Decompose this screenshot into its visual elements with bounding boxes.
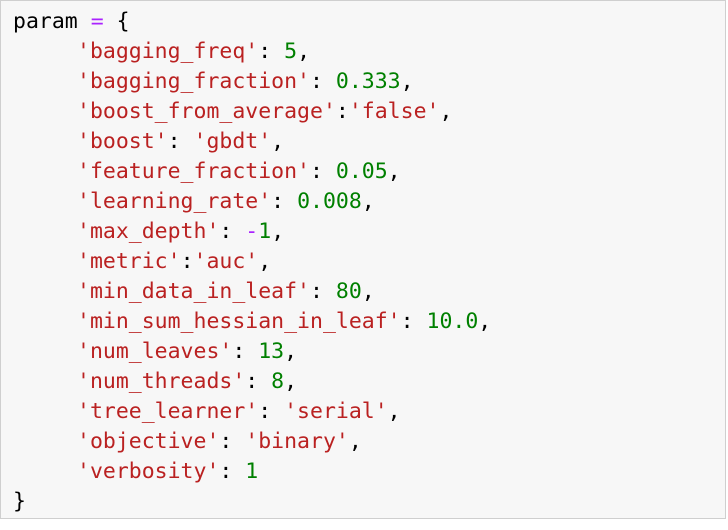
code-cell[interactable]: param = {'bagging_freq': 5,'bagging_frac…: [0, 0, 726, 519]
dict-entry-line: 'metric':'auc',: [13, 247, 491, 277]
dict-key: 'verbosity': [77, 459, 220, 484]
dict-value: 1: [258, 219, 272, 244]
trailing-comma: ,: [361, 189, 375, 214]
dict-key: 'tree_learner': [77, 399, 259, 424]
variable-name: param: [13, 9, 78, 34]
dict-value: 5: [284, 39, 298, 64]
dict-entry-line: 'min_sum_hessian_in_leaf': 10.0,: [13, 307, 491, 337]
dict-entry-line: 'learning_rate': 0.008,: [13, 187, 491, 217]
trailing-comma: ,: [439, 99, 453, 124]
dict-key: 'objective': [77, 429, 220, 454]
key-value-separator: :: [245, 369, 272, 394]
trailing-comma: ,: [387, 159, 401, 184]
dict-entry-line: 'bagging_fraction': 0.333,: [13, 67, 491, 97]
dict-value: 1: [245, 459, 259, 484]
key-value-separator: :: [232, 339, 259, 364]
dict-key: 'metric': [77, 249, 181, 274]
code-line-footer: }: [13, 487, 491, 517]
dict-value: 'binary': [245, 429, 349, 454]
key-value-separator: :: [219, 459, 246, 484]
dict-value: 'serial': [284, 399, 388, 424]
code-line-header: param = {: [13, 7, 491, 37]
dict-entry-line: 'num_threads': 8,: [13, 367, 491, 397]
dict-value: 'gbdt': [193, 129, 272, 154]
dict-key: 'min_data_in_leaf': [77, 279, 310, 304]
dict-value: 8: [271, 369, 285, 394]
dict-value: 10.0: [426, 309, 479, 334]
key-value-separator: :: [335, 99, 349, 124]
key-value-separator: :: [400, 309, 427, 334]
key-value-separator: :: [310, 159, 336, 184]
key-value-separator: :: [258, 399, 285, 424]
trailing-comma: ,: [478, 309, 492, 334]
dict-value: 'auc': [193, 249, 259, 274]
dict-entry-line: 'boost_from_average':'false',: [13, 97, 491, 127]
trailing-comma: ,: [400, 69, 414, 94]
trailing-comma: ,: [297, 39, 311, 64]
key-value-separator: :: [310, 69, 336, 94]
code-block: param = {'bagging_freq': 5,'bagging_frac…: [13, 7, 491, 517]
trailing-comma: ,: [361, 279, 375, 304]
dict-entry-line: 'min_data_in_leaf': 80,: [13, 277, 491, 307]
key-value-separator: :: [180, 249, 194, 274]
trailing-comma: ,: [348, 429, 362, 454]
trailing-comma: ,: [271, 129, 285, 154]
dict-entry-line: 'num_leaves': 13,: [13, 337, 491, 367]
dict-value: 0.05: [335, 159, 388, 184]
dict-entry-line: 'boost': 'gbdt',: [13, 127, 491, 157]
dict-key: 'bagging_fraction': [77, 69, 310, 94]
dict-value: 'false': [348, 99, 440, 124]
key-value-separator: :: [310, 279, 336, 304]
close-brace: }: [13, 489, 26, 514]
dict-entry-line: 'tree_learner': 'serial',: [13, 397, 491, 427]
dict-key: 'num_threads': [77, 369, 246, 394]
key-value-separator: :: [271, 189, 298, 214]
open-brace: {: [116, 9, 130, 34]
dict-key: 'bagging_freq': [77, 39, 259, 64]
dict-entry-line: 'verbosity': 1: [13, 457, 491, 487]
key-value-separator: :: [219, 219, 246, 244]
dict-key: 'boost_from_average': [77, 99, 336, 124]
key-value-separator: :: [167, 129, 194, 154]
trailing-comma: ,: [284, 339, 298, 364]
negative-operator: -: [245, 219, 259, 244]
dict-key: 'boost': [77, 129, 168, 154]
dict-value: 0.333: [335, 69, 401, 94]
key-value-separator: :: [258, 39, 285, 64]
dict-entry-line: 'feature_fraction': 0.05,: [13, 157, 491, 187]
trailing-comma: ,: [271, 219, 285, 244]
dict-value: 13: [258, 339, 285, 364]
dict-key: 'num_leaves': [77, 339, 233, 364]
dict-value: 80: [335, 279, 362, 304]
dict-entry-line: 'max_depth': -1,: [13, 217, 491, 247]
dict-entry-line: 'bagging_freq': 5,: [13, 37, 491, 67]
trailing-comma: ,: [387, 399, 401, 424]
key-value-separator: :: [219, 429, 246, 454]
dict-key: 'max_depth': [77, 219, 220, 244]
trailing-comma: ,: [284, 369, 298, 394]
dict-key: 'learning_rate': [77, 189, 272, 214]
dict-entries: 'bagging_freq': 5,'bagging_fraction': 0.…: [13, 37, 491, 487]
dict-value: 0.008: [297, 189, 362, 214]
dict-key: 'min_sum_hessian_in_leaf': [77, 309, 401, 334]
assign-operator: =: [90, 9, 104, 34]
dict-key: 'feature_fraction': [77, 159, 310, 184]
dict-entry-line: 'objective': 'binary',: [13, 427, 491, 457]
trailing-comma: ,: [258, 249, 272, 274]
